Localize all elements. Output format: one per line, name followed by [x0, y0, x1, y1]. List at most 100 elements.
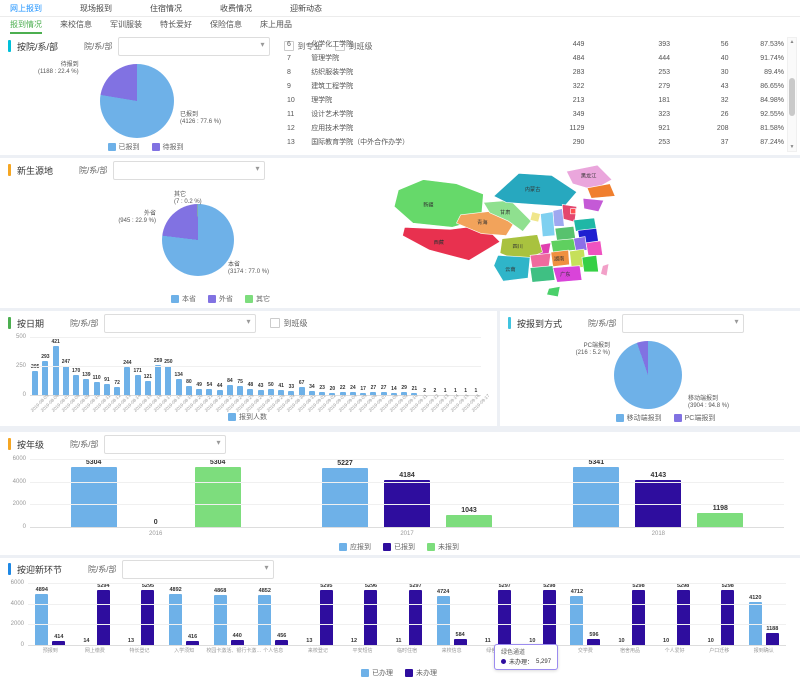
- table-row[interactable]: 6化学化工学院4493935687.53%: [285, 37, 786, 51]
- bar[interactable]: [454, 639, 467, 645]
- bar[interactable]: [155, 365, 161, 395]
- department-dropdown[interactable]: ▾: [104, 314, 256, 333]
- bar[interactable]: [278, 390, 284, 395]
- bar[interactable]: [632, 590, 645, 645]
- bar[interactable]: [543, 590, 556, 645]
- bar[interactable]: [401, 392, 407, 395]
- bar[interactable]: [275, 640, 288, 645]
- bar[interactable]: [196, 389, 202, 395]
- bar[interactable]: [329, 393, 335, 395]
- origin-pie-chart[interactable]: 其它(7 : 0.2 %) 外省(945 : 22.9 %) 本省(3174 :…: [98, 184, 343, 305]
- bar[interactable]: [114, 387, 120, 395]
- bar[interactable]: [360, 393, 366, 395]
- bar[interactable]: [104, 384, 110, 395]
- checkin-pie-chart[interactable]: 待报到(1188 : 22.4 %) 已报到(4126 : 77.6 %) 已报…: [28, 60, 263, 153]
- bar[interactable]: [319, 392, 325, 395]
- bar[interactable]: [766, 633, 779, 645]
- bar[interactable]: [52, 641, 65, 645]
- bar[interactable]: [169, 594, 182, 645]
- table-row[interactable]: 8纺织服装学院2832533089.4%: [285, 65, 786, 79]
- bar[interactable]: [320, 590, 333, 645]
- bar[interactable]: [195, 467, 241, 527]
- bar[interactable]: [231, 640, 244, 645]
- tab-accommodation[interactable]: 住宿情况: [150, 3, 182, 14]
- province-zhejiang[interactable]: [586, 241, 603, 256]
- bar[interactable]: [411, 393, 417, 395]
- china-map[interactable]: 新疆 西藏 青海 内蒙古 黑龙江 四川 云南 广东 甘肃 湖南: [388, 162, 668, 304]
- province-taiwan[interactable]: [601, 264, 609, 276]
- bar[interactable]: [587, 639, 600, 645]
- legend-item[interactable]: 移动端报到: [616, 413, 662, 423]
- bar[interactable]: [141, 590, 154, 645]
- bar[interactable]: [32, 371, 38, 395]
- bar[interactable]: [498, 590, 511, 645]
- tab-fees[interactable]: 收费情况: [220, 3, 252, 14]
- legend-item[interactable]: 未报到: [427, 542, 459, 552]
- table-scrollbar[interactable]: ▲ ▼: [787, 37, 797, 152]
- province-guangxi[interactable]: [530, 266, 555, 283]
- department-dropdown[interactable]: ▾: [118, 37, 270, 56]
- bar[interactable]: [73, 375, 79, 395]
- tab-hobbies[interactable]: 特长爱好: [160, 17, 192, 34]
- legend-item[interactable]: 应报到: [339, 542, 371, 552]
- bar[interactable]: [381, 392, 387, 395]
- bar[interactable]: [409, 590, 422, 645]
- step-bar-chart[interactable]: 6000400020000 4894414预报到145294网上缴费135295…: [2, 583, 796, 679]
- bar[interactable]: [268, 389, 274, 395]
- tab-checkin-status[interactable]: 报到情况: [10, 17, 42, 34]
- tab-arrival-info[interactable]: 来校信息: [60, 17, 92, 34]
- legend-item[interactable]: 待报到: [152, 142, 184, 152]
- bar[interactable]: [446, 515, 492, 527]
- pie[interactable]: [162, 204, 234, 276]
- legend-item[interactable]: 报到人数: [228, 412, 267, 422]
- table-row[interactable]: 9建筑工程学院3222794386.65%: [285, 79, 786, 93]
- bar[interactable]: [697, 513, 743, 527]
- province-beijing[interactable]: [571, 209, 576, 214]
- bar[interactable]: [35, 594, 48, 645]
- province-fujian[interactable]: [582, 255, 599, 272]
- method-pie-chart[interactable]: PC端报到(216 : 5.2 %) 移动端报到(3904 : 94.8 %) …: [548, 338, 783, 424]
- legend-item[interactable]: 已报到: [383, 542, 415, 552]
- bar[interactable]: [573, 467, 619, 527]
- tab-bedding[interactable]: 床上用品: [260, 17, 292, 34]
- bar[interactable]: [258, 595, 271, 645]
- bar[interactable]: [165, 366, 171, 395]
- bar[interactable]: [340, 392, 346, 395]
- department-dropdown[interactable]: ▾: [122, 560, 274, 579]
- bar[interactable]: [350, 392, 356, 395]
- scrollbar-thumb[interactable]: [789, 78, 795, 116]
- bar[interactable]: [217, 390, 223, 395]
- checkbox-by-class[interactable]: 到班级: [270, 318, 307, 329]
- bar[interactable]: [53, 346, 59, 395]
- table-row[interactable]: 10理学院2131813284.98%: [285, 93, 786, 107]
- province-liaoning[interactable]: [583, 198, 604, 211]
- bar[interactable]: [206, 389, 212, 395]
- bar[interactable]: [309, 391, 315, 395]
- province-shaanxi[interactable]: [540, 212, 555, 237]
- bar[interactable]: [288, 391, 294, 395]
- pie[interactable]: [100, 64, 174, 138]
- bar[interactable]: [63, 366, 69, 395]
- grade-bar-chart[interactable]: 6000400020000 53040530420165227418410432…: [4, 459, 794, 553]
- bar[interactable]: [322, 468, 368, 527]
- bar[interactable]: [677, 590, 690, 645]
- tab-news[interactable]: 迎新动态: [290, 3, 322, 14]
- bar[interactable]: [299, 387, 305, 395]
- province-hainan[interactable]: [547, 286, 560, 296]
- bar[interactable]: [214, 595, 227, 645]
- table-row[interactable]: 12应用技术学院112992120881.58%: [285, 121, 786, 135]
- department-dropdown[interactable]: ▾: [113, 161, 265, 180]
- province-shanxi[interactable]: [553, 209, 564, 227]
- legend-item[interactable]: 外省: [208, 294, 233, 304]
- province-guizhou[interactable]: [530, 253, 551, 268]
- department-dropdown[interactable]: ▾: [104, 435, 226, 454]
- tab-online-checkin[interactable]: 网上报到: [10, 3, 42, 14]
- tab-insurance[interactable]: 保险信息: [210, 17, 242, 34]
- bar[interactable]: [83, 379, 89, 395]
- province-hubei[interactable]: [551, 239, 576, 252]
- legend-item[interactable]: 已办理: [361, 668, 393, 678]
- scroll-up-icon[interactable]: ▲: [788, 39, 796, 45]
- legend-item[interactable]: PC端报到: [674, 413, 716, 423]
- tab-onsite-checkin[interactable]: 现场报到: [80, 3, 112, 14]
- bar[interactable]: [97, 590, 110, 645]
